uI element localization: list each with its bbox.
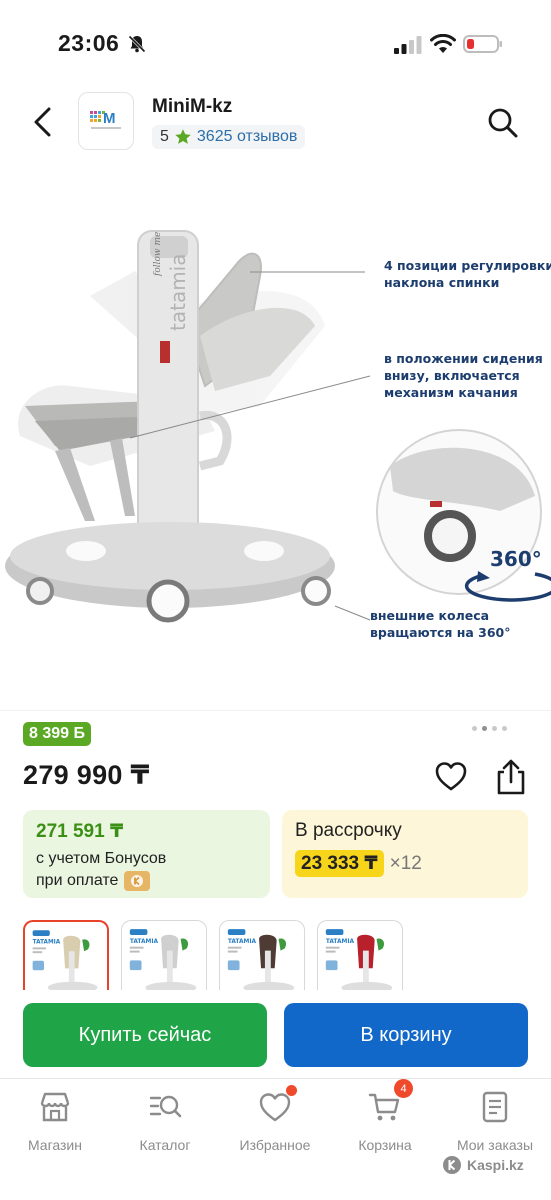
store-icon: [40, 1092, 70, 1122]
add-to-cart-button[interactable]: В корзину: [284, 1003, 528, 1067]
chair-thumbnail-icon: TATAMIA: [325, 929, 393, 990]
reviews-link[interactable]: 3625 отзывов: [197, 128, 297, 146]
share-icon[interactable]: [494, 758, 528, 796]
favorites-notification-dot: [286, 1085, 297, 1096]
svg-text:TATAMIA: TATAMIA: [130, 939, 159, 945]
search-button[interactable]: [484, 104, 522, 142]
cart-count-badge: 4: [394, 1079, 413, 1098]
note2-line2: внизу, включается: [384, 368, 520, 383]
installment-months: ×12: [389, 852, 422, 874]
bonus-price-card[interactable]: 271 591 ₸ с учетом Бонусов при оплате: [23, 810, 270, 898]
rating-value: 5: [160, 128, 169, 145]
image-pager: [472, 726, 507, 731]
tab-cart[interactable]: 4 Корзина: [330, 1079, 440, 1153]
tab-cart-label: Корзина: [358, 1137, 412, 1153]
note3-line1: внешние колеса: [370, 608, 489, 623]
variant-thumbnails: TATAMIA TATAMIA TATAMIA TATAMIA: [23, 920, 403, 990]
buy-now-button[interactable]: Купить сейчас: [23, 1003, 267, 1067]
kaspi-logo-icon: [443, 1156, 461, 1174]
installment-title: В рассрочку: [295, 820, 402, 841]
product-price: 279 990 ₸: [23, 760, 150, 790]
note3-line2: вращаются на 360°: [370, 625, 511, 640]
installment-row: 23 333 ₸ ×12: [295, 850, 515, 877]
search-icon: [488, 108, 518, 138]
tab-catalog[interactable]: Каталог: [110, 1089, 220, 1153]
shop-name[interactable]: MiniM-kz: [152, 96, 232, 118]
variant-thumbnail[interactable]: TATAMIA: [219, 920, 305, 990]
rating-badge[interactable]: 5 3625 отзывов: [152, 125, 306, 149]
tab-shop-label: Магазин: [27, 1137, 82, 1153]
pager-dot-active: [482, 726, 487, 731]
tab-shop[interactable]: Магазин: [0, 1089, 110, 1153]
cellular-signal-icon: [394, 36, 422, 54]
note1-line1: 4 позиции регулировки: [384, 258, 551, 273]
status-bar: 23:06: [0, 0, 551, 88]
tab-orders[interactable]: Мои заказы: [440, 1089, 550, 1153]
catalog-search-icon: [149, 1095, 182, 1118]
tab-orders-label: Мои заказы: [456, 1137, 534, 1153]
note1-line2: наклона спинки: [384, 275, 499, 290]
status-time: 23:06: [58, 30, 120, 56]
note2-line1: в положении сидения: [384, 351, 543, 366]
variant-thumbnail[interactable]: TATAMIA: [23, 920, 109, 990]
divider: [0, 710, 551, 711]
shop-header: M MiniM-kz 5 3625 отзывов: [0, 88, 551, 158]
tab-catalog-label: Каталог: [139, 1137, 191, 1153]
pager-dot: [502, 726, 507, 731]
installment-amount: 23 333 ₸: [295, 850, 384, 877]
tab-cart-icon-wrap: 4: [367, 1079, 413, 1125]
bonus-line2-row: при оплате: [36, 870, 257, 892]
tab-favorites[interactable]: Избранное: [220, 1085, 330, 1153]
bonus-badge: 8 399 Б: [23, 722, 91, 746]
bell-off-icon: [128, 35, 146, 53]
minim-logo-icon: M: [90, 110, 121, 129]
orders-list-icon: [482, 1091, 508, 1123]
battery-low-icon: [463, 35, 502, 53]
chair-thumbnail-icon: TATAMIA: [32, 930, 98, 990]
variant-thumbnail[interactable]: TATAMIA: [121, 920, 207, 990]
wifi-icon: [430, 34, 456, 53]
bonus-line1: с учетом Бонусов: [36, 850, 167, 867]
shop-logo[interactable]: M: [78, 92, 134, 150]
brand-tag: follow me: [153, 232, 163, 277]
chair-thumbnail-icon: TATAMIA: [227, 929, 295, 990]
pager-dot: [472, 726, 477, 731]
pager-dot: [492, 726, 497, 731]
tab-favorites-icon-wrap: [257, 1085, 297, 1125]
variant-thumbnail[interactable]: TATAMIA: [317, 920, 403, 990]
kaspi-brand: Kaspi.kz: [467, 1157, 524, 1173]
bottom-tab-bar: Магазин Каталог Избранное 4 Корзина Мои …: [0, 1078, 551, 1200]
svg-text:M: M: [103, 110, 116, 127]
note2-line3: механизм качания: [384, 385, 518, 400]
star-icon: [175, 129, 191, 144]
back-button[interactable]: [24, 102, 60, 142]
installment-card[interactable]: В рассрочку 23 333 ₸ ×12: [282, 810, 528, 898]
product-photo[interactable]: tatamia follow me 4 позиции регулировки …: [0, 176, 551, 676]
chevron-left-icon: [34, 107, 51, 137]
wheel-zoom-inset: 360°: [376, 429, 551, 602]
brand-text: tatamia: [166, 254, 190, 332]
kaspi-pay-icon: [124, 871, 151, 891]
bonus-description: с учетом Бонусов при оплате: [36, 848, 257, 892]
svg-text:TATAMIA: TATAMIA: [326, 939, 355, 945]
kaspi-watermark: Kaspi.kz: [442, 1155, 524, 1175]
svg-text:TATAMIA: TATAMIA: [228, 939, 257, 945]
chair-thumbnail-icon: TATAMIA: [129, 929, 197, 990]
svg-text:TATAMIA: TATAMIA: [33, 940, 61, 946]
heart-icon[interactable]: [434, 760, 468, 794]
badge-360: 360°: [490, 547, 542, 571]
bonus-price: 271 591 ₸: [36, 821, 124, 842]
tab-favorites-label: Избранное: [239, 1137, 311, 1153]
bonus-line2: при оплате: [36, 872, 119, 889]
